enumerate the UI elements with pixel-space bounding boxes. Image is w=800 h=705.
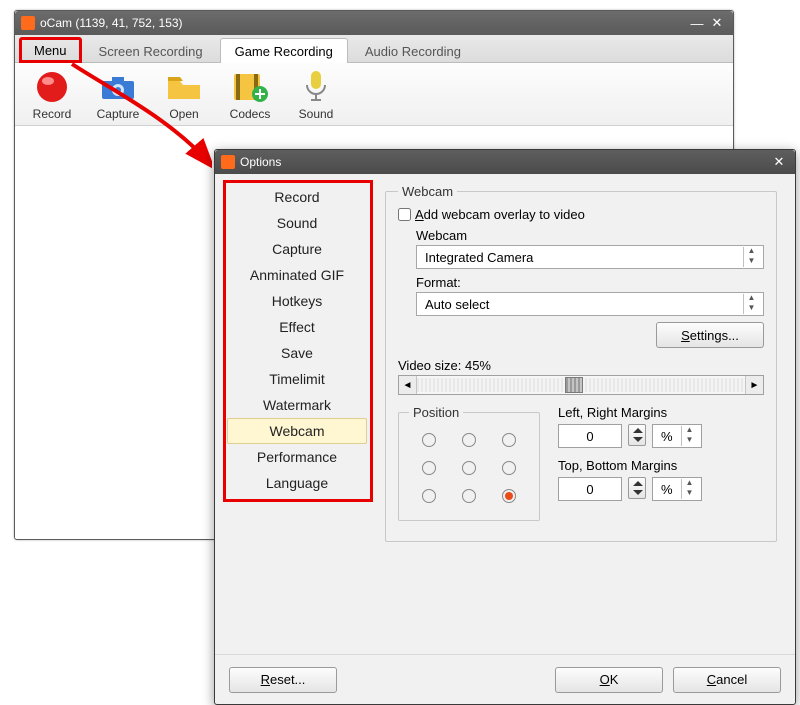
sidebar-item-sound[interactable]: Sound	[227, 210, 367, 236]
video-size-slider[interactable]: ◄ ►	[398, 375, 764, 395]
webcam-select[interactable]: Integrated Camera ▲▼	[416, 245, 764, 269]
microphone-icon	[294, 69, 338, 105]
format-select-label: Format:	[416, 275, 764, 290]
top-bottom-label: Top, Bottom Margins	[558, 458, 764, 473]
sidebar-item-performance[interactable]: Performance	[227, 444, 367, 470]
left-right-unit: %	[661, 429, 673, 444]
sidebar-item-capture[interactable]: Capture	[227, 236, 367, 262]
tab-screen-recording[interactable]: Screen Recording	[84, 38, 218, 63]
webcam-select-label: Webcam	[416, 228, 764, 243]
add-overlay-checkbox[interactable]: Add webcam overlay to video	[398, 207, 764, 222]
sidebar-item-effect[interactable]: Effect	[227, 314, 367, 340]
position-radio-ml[interactable]	[422, 461, 436, 475]
tab-menu[interactable]: Menu	[19, 37, 82, 63]
position-radio-bl[interactable]	[422, 489, 436, 503]
add-overlay-label: dd webcam overlay to video	[424, 207, 585, 222]
tab-audio-recording[interactable]: Audio Recording	[350, 38, 476, 63]
ok-button[interactable]: OK	[555, 667, 663, 693]
top-bottom-input[interactable]: 0	[558, 477, 622, 501]
webcam-legend: Webcam	[398, 184, 457, 199]
options-panel: Webcam Add webcam overlay to video Webca…	[379, 174, 795, 654]
dialog-titlebar[interactable]: Options ✕	[215, 150, 795, 174]
dialog-footer: Reset... OK Cancel	[215, 654, 795, 704]
settings-button[interactable]: Settings...	[656, 322, 764, 348]
format-select[interactable]: Auto select ▲▼	[416, 292, 764, 316]
position-radio-tl[interactable]	[422, 433, 436, 447]
top-bottom-unit-select[interactable]: % ▲▼	[652, 477, 702, 501]
webcam-select-value: Integrated Camera	[425, 250, 533, 265]
slider-thumb[interactable]	[565, 377, 583, 393]
minimize-icon[interactable]: —	[687, 16, 707, 31]
spinner-icon[interactable]: ▲▼	[681, 426, 697, 446]
spinner-icon[interactable]: ▲▼	[681, 479, 697, 499]
tool-codecs-label: Codecs	[221, 107, 279, 121]
tool-capture[interactable]: Capture	[89, 69, 147, 121]
position-radio-mc[interactable]	[462, 461, 476, 475]
sidebar-item-record[interactable]: Record	[227, 184, 367, 210]
position-radio-tr[interactable]	[502, 433, 516, 447]
tool-open-label: Open	[155, 107, 213, 121]
main-title: oCam (1139, 41, 752, 153)	[40, 16, 183, 30]
dialog-close-icon[interactable]: ✕	[769, 154, 789, 170]
tab-game-recording[interactable]: Game Recording	[220, 38, 348, 63]
tool-open[interactable]: Open	[155, 69, 213, 121]
main-tabbar: Menu Screen Recording Game Recording Aud…	[15, 35, 733, 63]
video-size-label: Video size: 45%	[398, 358, 764, 373]
position-group: Position	[398, 405, 540, 521]
options-sidebar: Record Sound Capture Anminated GIF Hotke…	[215, 174, 379, 654]
codecs-icon	[228, 69, 272, 105]
position-radio-mr[interactable]	[502, 461, 516, 475]
sidebar-item-timelimit[interactable]: Timelimit	[227, 366, 367, 392]
top-bottom-unit: %	[661, 482, 673, 497]
slider-track[interactable]	[417, 378, 745, 392]
spinner-icon[interactable]: ▲▼	[743, 294, 759, 314]
left-right-input[interactable]: 0	[558, 424, 622, 448]
main-toolbar: Record Capture Open Codecs Sound	[15, 63, 733, 126]
camera-icon	[96, 69, 140, 105]
position-radio-bc[interactable]	[462, 489, 476, 503]
app-icon	[21, 16, 35, 30]
dialog-app-icon	[221, 155, 235, 169]
sidebar-item-anminated-gif[interactable]: Anminated GIF	[227, 262, 367, 288]
webcam-group: Webcam Add webcam overlay to video Webca…	[385, 184, 777, 542]
sidebar-item-language[interactable]: Language	[227, 470, 367, 496]
reset-button[interactable]: Reset...	[229, 667, 337, 693]
sidebar-item-hotkeys[interactable]: Hotkeys	[227, 288, 367, 314]
record-icon	[30, 69, 74, 105]
sidebar-item-save[interactable]: Save	[227, 340, 367, 366]
tool-record-label: Record	[23, 107, 81, 121]
left-right-stepper[interactable]	[628, 424, 646, 446]
tool-capture-label: Capture	[89, 107, 147, 121]
tool-sound[interactable]: Sound	[287, 69, 345, 121]
sidebar-item-webcam[interactable]: Webcam	[227, 418, 367, 444]
margins-group: Left, Right Margins 0 % ▲▼ Top, Bottom M…	[558, 405, 764, 529]
tool-sound-label: Sound	[287, 107, 345, 121]
position-radio-br[interactable]	[502, 489, 516, 503]
left-right-label: Left, Right Margins	[558, 405, 764, 420]
slider-right-icon[interactable]: ►	[745, 376, 763, 394]
slider-left-icon[interactable]: ◄	[399, 376, 417, 394]
tool-record[interactable]: Record	[23, 69, 81, 121]
tool-codecs[interactable]: Codecs	[221, 69, 279, 121]
main-titlebar[interactable]: oCam (1139, 41, 752, 153) — ✕	[15, 11, 733, 35]
top-bottom-value: 0	[559, 482, 621, 497]
folder-icon	[162, 69, 206, 105]
dialog-title: Options	[240, 155, 281, 169]
sidebar-item-watermark[interactable]: Watermark	[227, 392, 367, 418]
left-right-value: 0	[559, 429, 621, 444]
position-legend: Position	[409, 405, 463, 420]
format-select-value: Auto select	[425, 297, 489, 312]
cancel-button[interactable]: Cancel	[673, 667, 781, 693]
close-icon[interactable]: ✕	[707, 15, 727, 31]
spinner-icon[interactable]: ▲▼	[743, 247, 759, 267]
add-overlay-input[interactable]	[398, 208, 411, 221]
position-radio-tc[interactable]	[462, 433, 476, 447]
top-bottom-stepper[interactable]	[628, 477, 646, 499]
options-dialog: Options ✕ Record Sound Capture Anminated…	[214, 149, 796, 705]
left-right-unit-select[interactable]: % ▲▼	[652, 424, 702, 448]
